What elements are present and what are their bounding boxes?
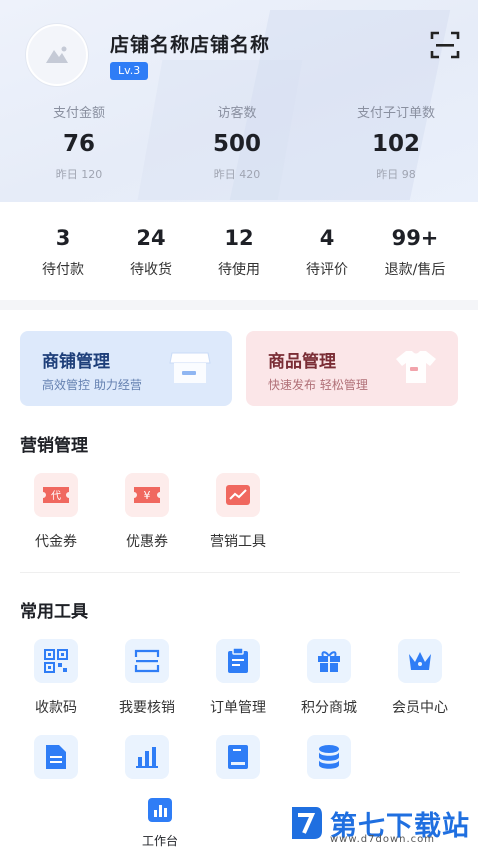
item-label: 积分商城 bbox=[301, 700, 357, 716]
order-pending-use[interactable]: 12 待使用 bbox=[194, 226, 284, 279]
statistics-item[interactable] bbox=[102, 735, 192, 779]
gift-icon bbox=[307, 639, 351, 683]
order-pending-payment[interactable]: 3 待付款 bbox=[18, 226, 108, 279]
workbench-page: 店铺名称店铺名称 Lv.3 支付金额 76 昨日 120 访客数 500 昨日 … bbox=[0, 0, 478, 850]
order-label: 退款/售后 bbox=[384, 262, 446, 278]
document-icon bbox=[34, 735, 78, 779]
payment-qr-item[interactable]: 收款码 bbox=[11, 639, 101, 717]
item-label: 会员中心 bbox=[392, 700, 448, 716]
card-subtitle: 高效管控 助力经营 bbox=[42, 378, 142, 392]
scan-verify-icon bbox=[125, 639, 169, 683]
stat-value: 102 bbox=[371, 131, 420, 157]
book-icon bbox=[216, 735, 260, 779]
order-label: 待评价 bbox=[306, 262, 348, 278]
clipboard-icon bbox=[216, 639, 260, 683]
tab-label: 工作台 bbox=[141, 834, 178, 848]
stat-label: 访客数 bbox=[217, 106, 257, 121]
item-label: 代金券 bbox=[35, 534, 77, 550]
svg-text:代: 代 bbox=[51, 490, 61, 502]
card-title: 商品管理 bbox=[268, 352, 336, 372]
order-count: 12 bbox=[224, 226, 254, 250]
order-count: 99+ bbox=[391, 226, 439, 250]
item-label: 收款码 bbox=[35, 700, 77, 716]
order-label: 待使用 bbox=[218, 262, 260, 278]
tools-section-title: 常用工具 bbox=[20, 602, 88, 622]
bar-chart-icon bbox=[125, 735, 169, 779]
card-subtitle: 快速发布 轻松管理 bbox=[268, 378, 368, 392]
section-divider bbox=[20, 572, 460, 573]
order-management-item[interactable]: 订单管理 bbox=[193, 639, 283, 717]
watermark-logo-icon bbox=[292, 807, 322, 839]
order-label: 待收货 bbox=[130, 262, 172, 278]
level-badge: Lv.3 bbox=[110, 62, 149, 80]
section-divider bbox=[0, 300, 478, 310]
verify-item[interactable]: 我要核销 bbox=[102, 639, 192, 717]
stat-sub-orders[interactable]: 支付子订单数 102 昨日 98 bbox=[331, 102, 461, 182]
item-label: 我要核销 bbox=[119, 700, 175, 716]
order-refund[interactable]: 99+ 退款/售后 bbox=[370, 226, 460, 279]
shirt-icon bbox=[396, 351, 436, 383]
order-count: 4 bbox=[319, 226, 335, 250]
storefront-icon bbox=[169, 352, 211, 383]
marketing-tools-item[interactable]: 营销工具 bbox=[193, 473, 283, 551]
store-avatar[interactable] bbox=[26, 24, 88, 86]
coupon-icon: ¥ bbox=[125, 473, 169, 517]
stat-visitors[interactable]: 访客数 500 昨日 420 bbox=[172, 102, 302, 182]
image-placeholder-icon bbox=[46, 46, 68, 63]
item-label: 订单管理 bbox=[210, 700, 266, 716]
data-item[interactable] bbox=[284, 735, 374, 779]
stat-payment-amount[interactable]: 支付金额 76 昨日 120 bbox=[14, 102, 144, 182]
order-label: 待付款 bbox=[42, 262, 84, 278]
scan-icon[interactable] bbox=[430, 30, 460, 60]
item-label: 优惠券 bbox=[126, 534, 168, 550]
points-mall-item[interactable]: 积分商城 bbox=[284, 639, 374, 717]
workbench-icon bbox=[148, 798, 172, 822]
stat-label: 支付子订单数 bbox=[356, 106, 435, 121]
stat-yesterday: 昨日 120 bbox=[55, 168, 103, 181]
voucher-icon: 代 bbox=[34, 473, 78, 517]
coupon-item[interactable]: ¥ 优惠券 bbox=[102, 473, 192, 551]
card-title: 商铺管理 bbox=[42, 352, 110, 372]
member-center-item[interactable]: 会员中心 bbox=[375, 639, 465, 717]
order-pending-receipt[interactable]: 24 待收货 bbox=[106, 226, 196, 279]
goods-management-card[interactable]: 商品管理 快速发布 轻松管理 bbox=[246, 331, 458, 406]
stat-label: 支付金额 bbox=[52, 106, 105, 121]
item-label: 营销工具 bbox=[210, 534, 266, 550]
watermark-url: www.d7down.com bbox=[330, 834, 436, 845]
document-item[interactable] bbox=[11, 735, 101, 779]
order-pending-review[interactable]: 4 待评价 bbox=[282, 226, 372, 279]
store-management-card[interactable]: 商铺管理 高效管控 助力经营 bbox=[20, 331, 232, 406]
guide-item[interactable] bbox=[193, 735, 283, 779]
store-header: 店铺名称店铺名称 Lv.3 支付金额 76 昨日 120 访客数 500 昨日 … bbox=[0, 0, 478, 202]
database-icon bbox=[307, 735, 351, 779]
site-watermark: 第七下载站 www.d7down.com bbox=[286, 796, 476, 850]
order-count: 3 bbox=[55, 226, 71, 250]
order-count: 24 bbox=[136, 226, 166, 250]
crown-icon bbox=[398, 639, 442, 683]
svg-text:¥: ¥ bbox=[144, 489, 151, 502]
qr-code-icon bbox=[34, 639, 78, 683]
stat-value: 76 bbox=[62, 131, 95, 157]
stat-yesterday: 昨日 98 bbox=[376, 168, 416, 181]
voucher-item[interactable]: 代 代金券 bbox=[11, 473, 101, 551]
stat-yesterday: 昨日 420 bbox=[213, 168, 261, 181]
store-name: 店铺名称店铺名称 bbox=[110, 34, 271, 56]
marketing-section-title: 营销管理 bbox=[20, 436, 88, 456]
order-status-bar: 3 待付款 24 待收货 12 待使用 4 待评价 99+ 退款/售后 bbox=[0, 202, 478, 300]
tab-workbench[interactable]: 工作台 bbox=[128, 798, 192, 849]
stat-value: 500 bbox=[212, 131, 261, 157]
marketing-chart-icon bbox=[216, 473, 260, 517]
